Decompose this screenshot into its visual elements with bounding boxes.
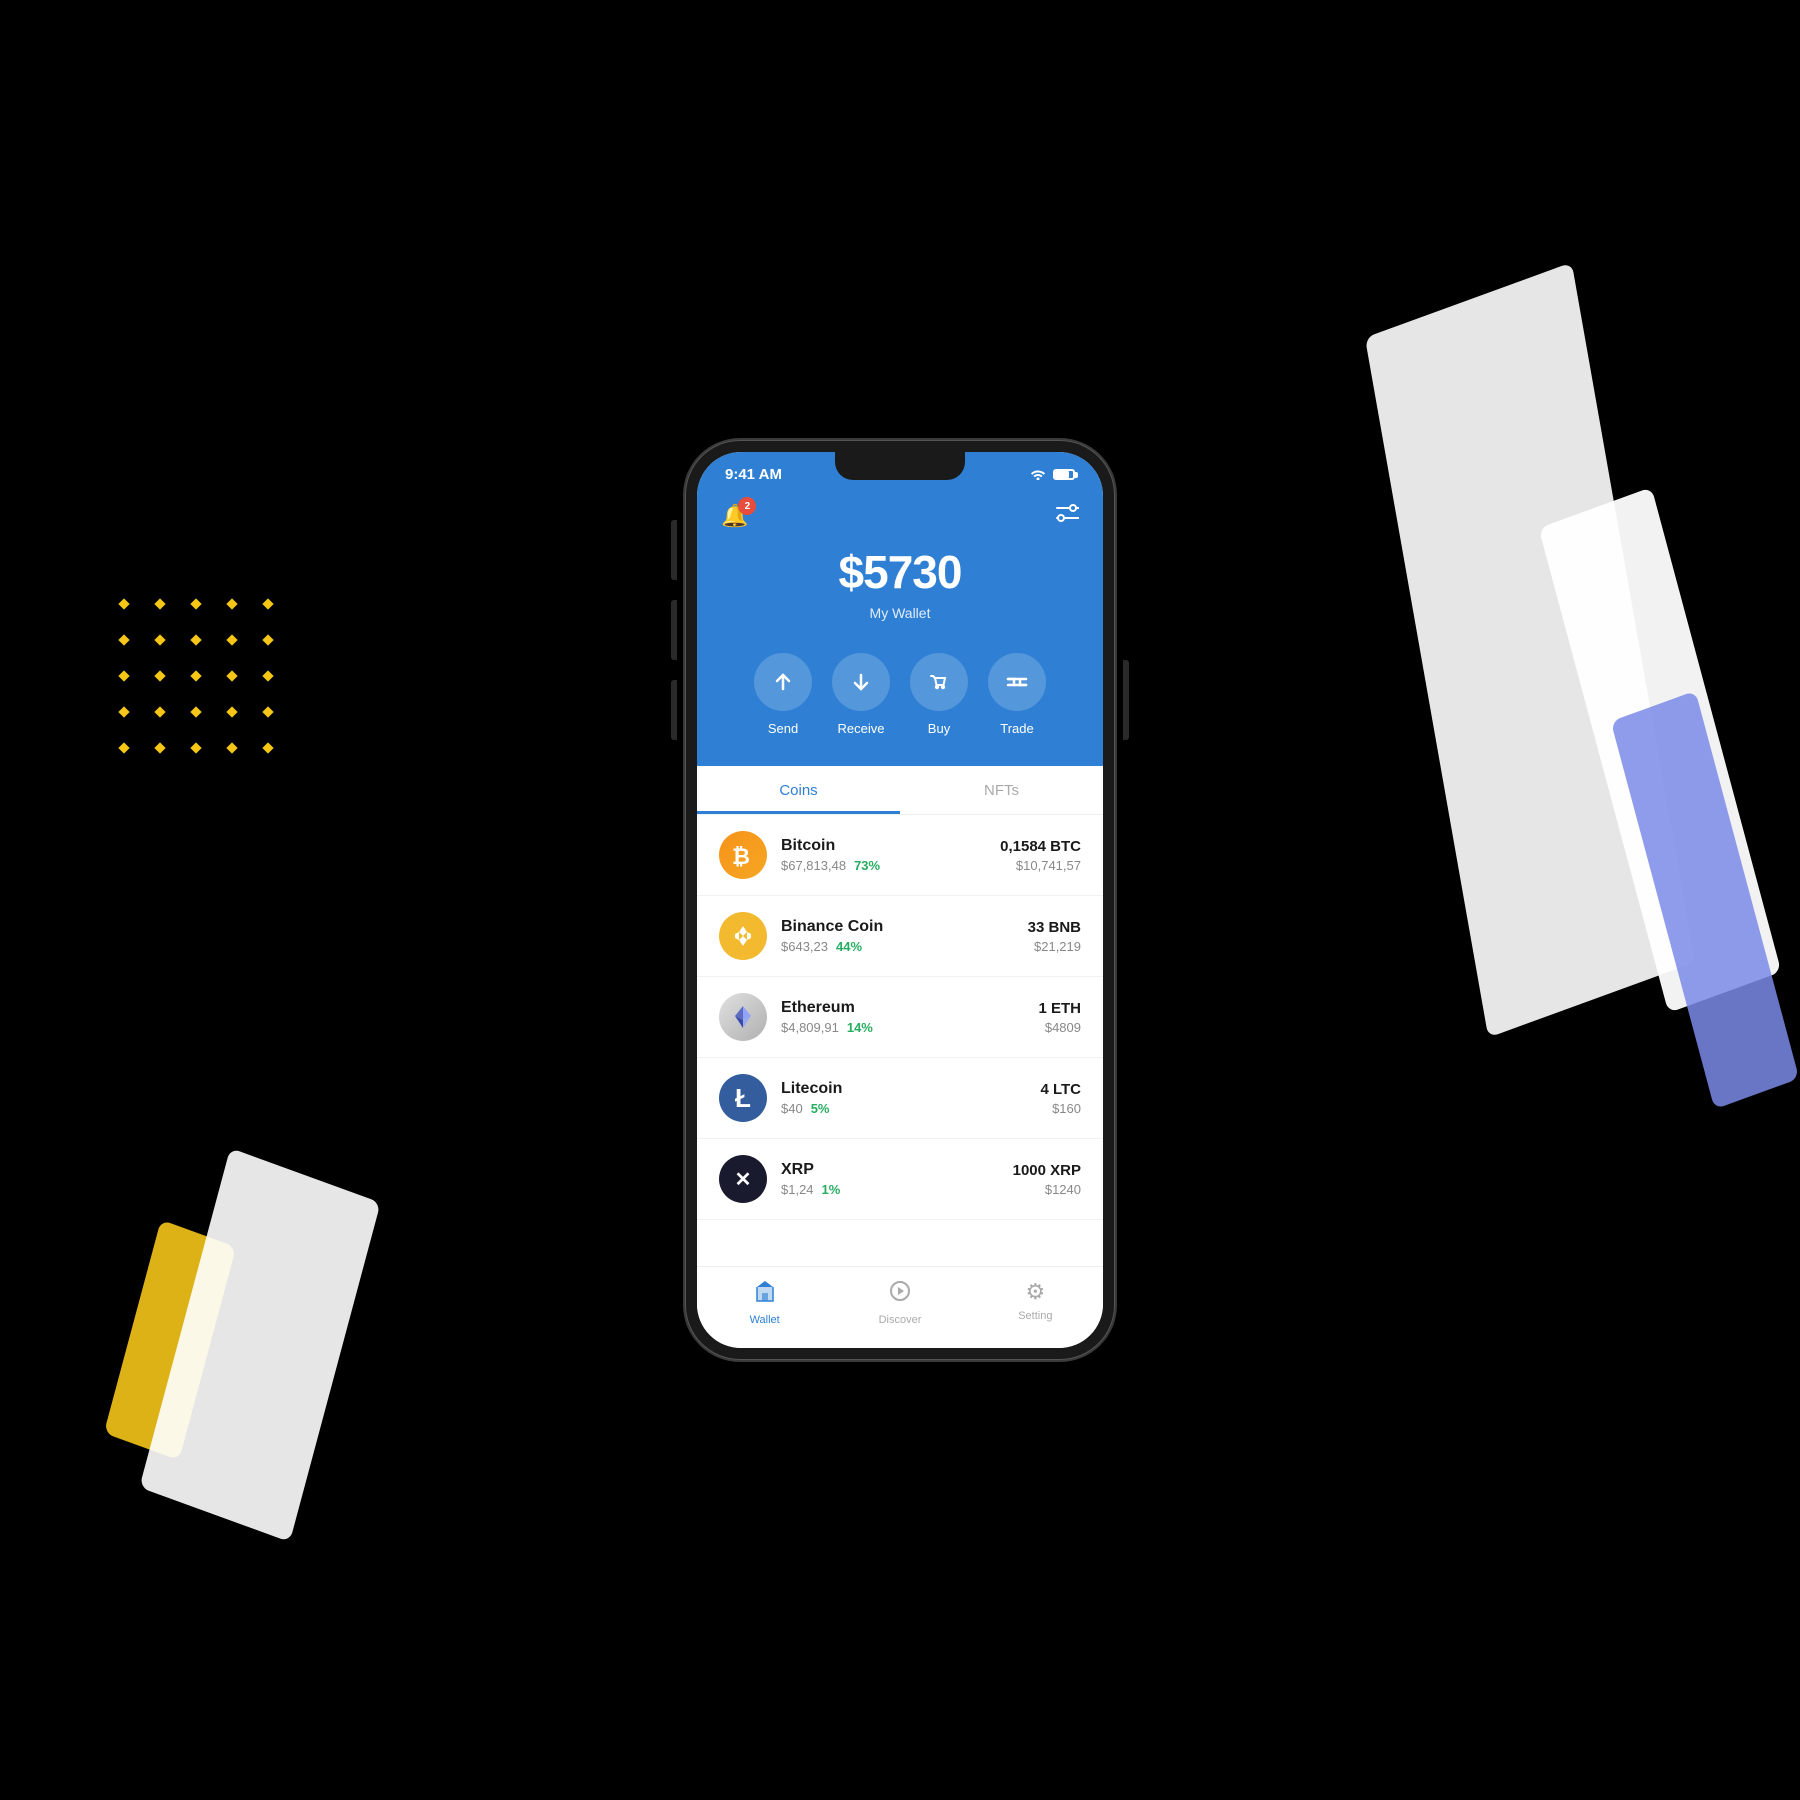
phone-frame: 9:41 AM [685,440,1115,1360]
nav-wallet[interactable]: Wallet [697,1279,832,1326]
trade-icon-circle [988,653,1046,711]
xrp-name: XRP [781,1161,1013,1179]
xrp-value: $1240 [1013,1182,1081,1197]
coin-row-bnb[interactable]: Binance Coin $643,23 44% 33 BNB $21,219 [697,896,1103,977]
coin-row-ltc[interactable]: Ł Litecoin $40 5% 4 LTC $160 [697,1058,1103,1139]
receive-button[interactable]: Receive [832,653,890,736]
bitcoin-balance: 0,1584 BTC $10,741,57 [1000,838,1081,873]
receive-label: Receive [838,721,885,736]
wifi-icon [1029,466,1047,483]
phone-screen: 9:41 AM [697,452,1103,1348]
bnb-amount: 33 BNB [1028,919,1081,936]
decorative-dot-grid [120,600,286,766]
ltc-price: $40 [781,1101,803,1116]
ltc-logo: Ł [719,1074,767,1122]
xrp-amount: 1000 XRP [1013,1162,1081,1179]
bottom-navigation: Wallet Discover ⚙ Setting [697,1266,1103,1348]
bnb-value: $21,219 [1028,939,1081,954]
coin-list: ₿ Bitcoin $67,813,48 73% 0,1584 BTC $10,… [697,815,1103,1266]
bnb-price-row: $643,23 44% [781,939,1028,954]
discover-nav-icon [888,1279,912,1309]
eth-price: $4,809,91 [781,1020,839,1035]
filter-settings-button[interactable] [1055,503,1079,529]
buy-label: Buy [928,721,950,736]
bitcoin-logo: ₿ [719,831,767,879]
send-label: Send [768,721,798,736]
bitcoin-price: $67,813,48 [781,858,846,873]
bitcoin-change: 73% [854,858,880,873]
eth-info: Ethereum $4,809,91 14% [781,999,1038,1035]
wallet-nav-label: Wallet [750,1314,780,1326]
tab-coins[interactable]: Coins [697,766,900,814]
ltc-amount: 4 LTC [1040,1081,1081,1098]
eth-name: Ethereum [781,999,1038,1017]
ltc-price-row: $40 5% [781,1101,1040,1116]
bitcoin-value: $10,741,57 [1000,858,1081,873]
bnb-change: 44% [836,939,862,954]
xrp-price: $1,24 [781,1182,814,1197]
buy-button[interactable]: Buy [910,653,968,736]
header-top-row: 🔔 2 [721,503,1079,529]
action-buttons-row: Send Receive [754,653,1046,736]
send-icon-circle [754,653,812,711]
notification-badge: 2 [738,497,756,515]
send-button[interactable]: Send [754,653,812,736]
buy-icon-circle [910,653,968,711]
bnb-info: Binance Coin $643,23 44% [781,918,1028,954]
nav-settings[interactable]: ⚙ Setting [968,1279,1103,1326]
eth-balance: 1 ETH $4809 [1038,1000,1081,1035]
status-icons [1029,466,1075,483]
xrp-change: 1% [822,1182,841,1197]
ltc-balance: 4 LTC $160 [1040,1081,1081,1116]
nav-discover[interactable]: Discover [832,1279,967,1326]
bnb-logo [719,912,767,960]
bitcoin-amount: 0,1584 BTC [1000,838,1081,855]
receive-icon-circle [832,653,890,711]
svg-text:₿: ₿ [732,844,750,868]
wallet-header: 🔔 2 $5730 My [697,491,1103,766]
ltc-change: 5% [811,1101,830,1116]
coin-row-bitcoin[interactable]: ₿ Bitcoin $67,813,48 73% 0,1584 BTC $10,… [697,815,1103,896]
trade-button[interactable]: Trade [988,653,1046,736]
bnb-balance: 33 BNB $21,219 [1028,919,1081,954]
xrp-logo: ✕ [719,1155,767,1203]
battery-icon [1053,469,1075,480]
xrp-balance: 1000 XRP $1240 [1013,1162,1081,1197]
ltc-name: Litecoin [781,1080,1040,1098]
bnb-name: Binance Coin [781,918,1028,936]
eth-amount: 1 ETH [1038,1000,1081,1017]
bnb-price: $643,23 [781,939,828,954]
settings-nav-icon: ⚙ [1025,1279,1045,1305]
trade-label: Trade [1000,721,1033,736]
tab-nfts[interactable]: NFTs [900,766,1103,814]
xrp-info: XRP $1,24 1% [781,1161,1013,1197]
eth-price-row: $4,809,91 14% [781,1020,1038,1035]
bitcoin-price-row: $67,813,48 73% [781,858,1000,873]
wallet-label: My Wallet [870,605,931,621]
discover-nav-label: Discover [879,1314,922,1326]
xrp-price-row: $1,24 1% [781,1182,1013,1197]
coin-row-eth[interactable]: Ethereum $4,809,91 14% 1 ETH $4809 [697,977,1103,1058]
ltc-value: $160 [1040,1101,1081,1116]
bitcoin-info: Bitcoin $67,813,48 73% [781,837,1000,873]
eth-logo [719,993,767,1041]
phone-mockup: 9:41 AM [685,440,1115,1360]
eth-change: 14% [847,1020,873,1035]
coin-row-xrp[interactable]: ✕ XRP $1,24 1% 1000 XRP $1240 [697,1139,1103,1220]
ltc-info: Litecoin $40 5% [781,1080,1040,1116]
settings-nav-label: Setting [1018,1310,1052,1322]
bitcoin-name: Bitcoin [781,837,1000,855]
phone-notch [835,452,965,480]
tabs-bar: Coins NFTs [697,766,1103,815]
eth-value: $4809 [1038,1020,1081,1035]
status-time: 9:41 AM [725,466,782,483]
wallet-nav-icon [753,1279,777,1309]
total-balance: $5730 [839,545,962,599]
notification-button[interactable]: 🔔 2 [721,503,748,529]
